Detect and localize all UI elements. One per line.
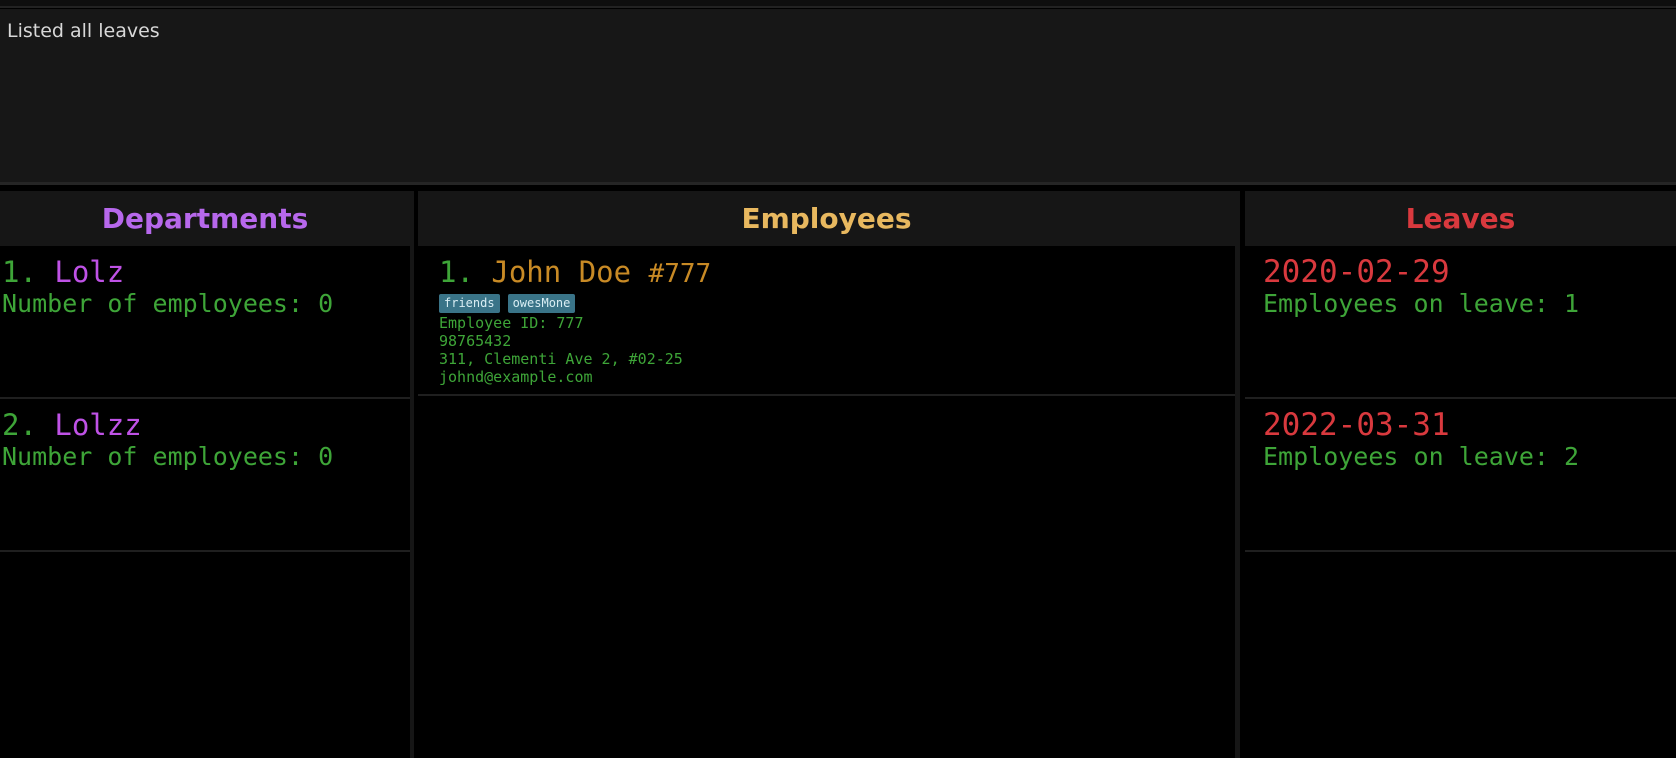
leave-employee-count: Employees on leave: 1: [1263, 289, 1580, 318]
employee-phone: 98765432: [439, 332, 512, 350]
department-name: Lolz: [54, 255, 125, 289]
department-card[interactable]: 2. Lolzz Number of employees: 0: [0, 399, 410, 552]
panels-container: Departments 1. Lolz Number of employees:…: [0, 191, 1676, 758]
leaves-panel: Leaves 2020-02-29 Employees on leave: 1 …: [1245, 191, 1676, 758]
departments-panel: Departments 1. Lolz Number of employees:…: [0, 191, 414, 758]
employees-panel: Employees 1. John Doe #777 friends owesM…: [418, 191, 1240, 758]
employee-name: John Doe: [491, 255, 632, 289]
leave-card[interactable]: 2022-03-31 Employees on leave: 2: [1245, 399, 1676, 552]
leaves-header: Leaves: [1245, 191, 1676, 246]
employees-header: Employees: [418, 191, 1235, 246]
departments-header: Departments: [0, 191, 410, 246]
department-name: Lolzz: [54, 408, 142, 442]
employee-id-text: Employee ID: 777: [439, 314, 584, 332]
leave-date: 2020-02-29: [1263, 254, 1450, 290]
tag-badge: owesMone: [507, 294, 576, 313]
leave-employee-count: Employees on leave: 2: [1263, 442, 1580, 471]
leave-date: 2022-03-31: [1263, 407, 1450, 443]
employee-card[interactable]: 1. John Doe #777 friends owesMone Employ…: [418, 246, 1235, 396]
department-employee-count: Number of employees: 0: [2, 442, 334, 471]
employee-id-tag: #777: [648, 259, 712, 289]
tag-badge: friends: [439, 294, 500, 313]
result-text: Listed all leaves: [7, 20, 160, 42]
employee-index: 1.: [439, 255, 474, 289]
top-strip: [0, 0, 1676, 8]
leave-card[interactable]: 2020-02-29 Employees on leave: 1: [1245, 246, 1676, 399]
result-display: Listed all leaves: [0, 9, 1676, 185]
employee-email: johnd@example.com: [439, 368, 593, 386]
department-index: 1.: [2, 255, 37, 289]
department-employee-count: Number of employees: 0: [2, 289, 334, 318]
department-card[interactable]: 1. Lolz Number of employees: 0: [0, 246, 410, 399]
employee-tags: friends owesMone: [439, 294, 1235, 313]
department-index: 2.: [2, 408, 37, 442]
employee-address: 311, Clementi Ave 2, #02-25: [439, 350, 683, 368]
